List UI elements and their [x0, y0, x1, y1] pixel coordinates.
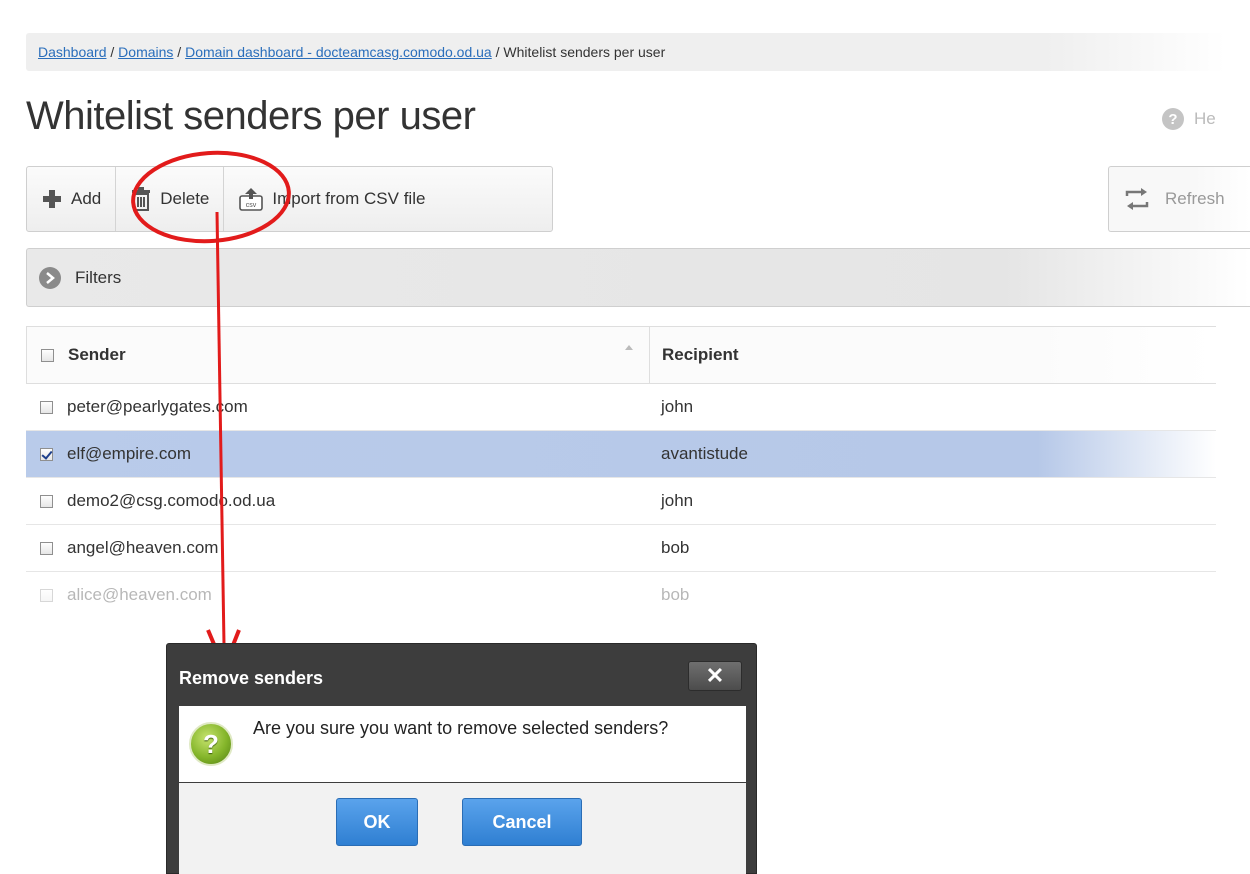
breadcrumb: Dashboard / Domains / Domain dashboard -…: [26, 33, 1226, 71]
row-checkbox[interactable]: [40, 541, 53, 555]
row-checkbox[interactable]: [40, 588, 53, 602]
page-title: Whitelist senders per user: [26, 94, 476, 138]
delete-button[interactable]: Delete: [115, 167, 223, 231]
help-label: He: [1194, 109, 1216, 128]
sender-cell: angel@heaven.com: [67, 538, 219, 557]
breadcrumb-link-domain-dashboard[interactable]: Domain dashboard - docteamcasg.comodo.od…: [185, 44, 492, 60]
chevron-right-icon: [39, 266, 61, 289]
recipient-cell: john: [661, 491, 694, 510]
plus-icon: [41, 188, 63, 210]
close-icon: ✕: [705, 663, 725, 688]
recipient-cell: john: [661, 397, 694, 416]
refresh-button[interactable]: Refresh: [1108, 166, 1250, 232]
remove-senders-dialog: Remove senders ✕ ? Are you sure you want…: [166, 643, 757, 874]
table-row[interactable]: alice@heaven.com bob: [26, 572, 1216, 618]
breadcrumb-link-domains[interactable]: Domains: [118, 44, 173, 60]
cancel-button[interactable]: Cancel: [462, 798, 582, 846]
trash-icon: [130, 187, 152, 211]
dialog-footer: OK Cancel: [179, 783, 746, 874]
import-csv-button[interactable]: csv Import from CSV file: [223, 167, 439, 231]
ok-button[interactable]: OK: [336, 798, 418, 846]
import-csv-button-label: Import from CSV file: [272, 189, 426, 208]
breadcrumb-current: Whitelist senders per user: [503, 44, 666, 60]
add-button[interactable]: Add: [27, 167, 115, 231]
breadcrumb-link-dashboard[interactable]: Dashboard: [38, 44, 107, 60]
sender-cell: demo2@csg.comodo.od.ua: [67, 491, 276, 510]
senders-table: Sender Recipient peter@pearlygates.com j…: [26, 326, 1216, 618]
question-icon: ?: [189, 722, 233, 766]
breadcrumb-separator: /: [173, 44, 186, 60]
refresh-icon: [1121, 184, 1153, 214]
delete-button-label: Delete: [160, 189, 210, 208]
table-row[interactable]: peter@pearlygates.com john: [26, 384, 1216, 431]
toolbar: Add Delete csv Import from CSV file: [26, 166, 553, 232]
recipient-column-header[interactable]: Recipient: [650, 327, 1216, 383]
filters-label: Filters: [75, 267, 122, 287]
help-link[interactable]: ? He: [1162, 108, 1216, 130]
recipient-cell: bob: [661, 585, 690, 604]
help-icon: ?: [1162, 108, 1184, 130]
svg-text:csv: csv: [246, 202, 257, 209]
sender-cell: alice@heaven.com: [67, 585, 212, 604]
filters-toggle[interactable]: Filters: [26, 248, 1250, 307]
sender-header-label: Sender: [68, 345, 126, 364]
sort-ascending-icon: [625, 345, 633, 350]
dialog-message: Are you sure you want to remove selected…: [253, 718, 669, 738]
table-row[interactable]: angel@heaven.com bob: [26, 525, 1216, 572]
recipient-cell: avantistude: [661, 444, 748, 463]
sender-column-header[interactable]: Sender: [27, 327, 650, 383]
table-header: Sender Recipient: [26, 326, 1216, 384]
add-button-label: Add: [71, 189, 102, 208]
table-row[interactable]: elf@empire.com avantistude: [26, 431, 1216, 478]
dialog-close-button[interactable]: ✕: [688, 661, 742, 691]
select-all-checkbox[interactable]: [41, 348, 54, 362]
recipient-cell: bob: [661, 538, 690, 557]
breadcrumb-separator: /: [491, 44, 504, 60]
table-row[interactable]: demo2@csg.comodo.od.ua john: [26, 478, 1216, 525]
csv-import-icon: csv: [238, 187, 264, 211]
sender-cell: peter@pearlygates.com: [67, 397, 248, 416]
row-checkbox[interactable]: [40, 400, 53, 414]
dialog-title: Remove senders: [179, 668, 324, 688]
breadcrumb-separator: /: [106, 44, 119, 60]
refresh-button-label: Refresh: [1165, 189, 1225, 208]
recipient-header-label: Recipient: [662, 345, 739, 364]
row-checkbox[interactable]: [40, 447, 53, 461]
sender-cell: elf@empire.com: [67, 444, 192, 463]
row-checkbox[interactable]: [40, 494, 53, 508]
dialog-body: ? Are you sure you want to remove select…: [179, 706, 746, 782]
